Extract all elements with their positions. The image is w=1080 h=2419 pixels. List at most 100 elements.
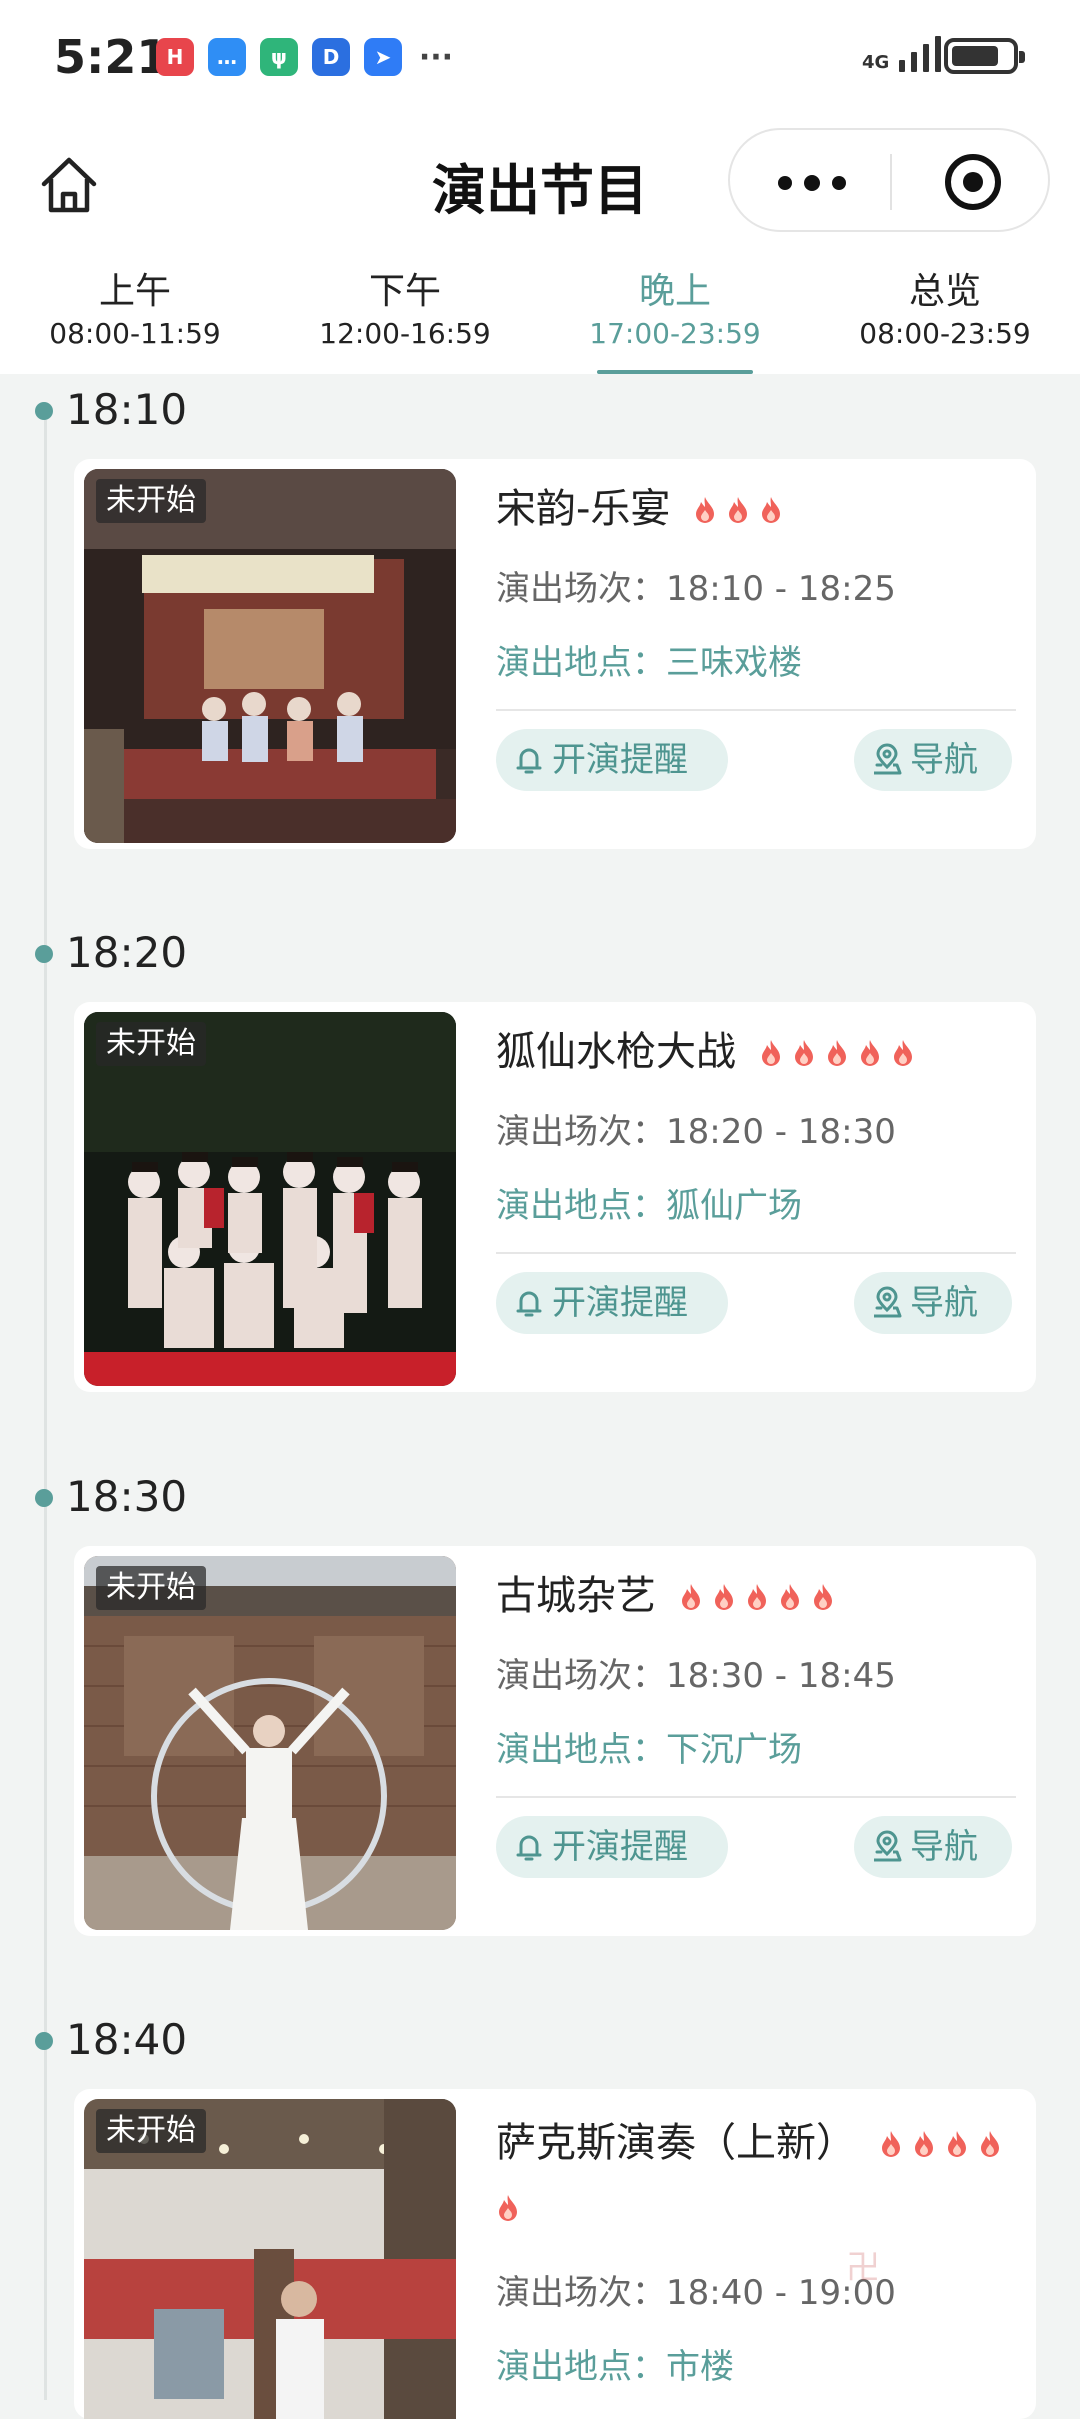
slot-time: 18:30 [66,1472,188,1521]
app-green-icon: ψ [260,38,298,76]
flame-icon [745,1570,769,1610]
location-pin-icon [874,1286,902,1318]
show-image[interactable]: 未开始 [84,1012,456,1386]
place-label: 演出地点： [496,2347,666,2387]
show-name-row: 狐仙水枪大战 [496,1024,1016,1080]
status-badge: 未开始 [96,479,206,523]
navigate-button[interactable]: 导航 [854,729,1012,791]
show-image[interactable]: 未开始 [84,1556,456,1930]
status-badge: 未开始 [96,1022,206,1066]
card-divider [496,1252,1016,1254]
remind-label: 开演提醒 [552,740,688,780]
show-session: 演出场次：18:10 - 18:25 [496,567,896,611]
show-place: 演出地点：市楼 [496,2345,734,2389]
tab-overview[interactable]: 总览 08:00-23:59 [810,250,1080,374]
more-notifications-icon: ··· [418,39,454,75]
place-name: 下沉广场 [666,1730,802,1770]
show-card[interactable]: 未开始 古城杂艺 演出场次：18:30 - 18:45 演出地点：下沉广场 开演… [74,1546,1036,1936]
show-name-row: 古城杂艺 [496,1568,1016,1624]
capsule-divider [890,154,892,210]
flame-icon [712,1570,736,1610]
show-image[interactable]: 未开始 [84,469,456,843]
show-place: 演出地点：狐仙广场 [496,1184,802,1228]
remind-button[interactable]: 开演提醒 [496,1272,728,1334]
flame-icon [811,1570,835,1610]
bell-icon [516,748,542,774]
flame-icon [679,1570,703,1610]
tab-label: 总览 [908,271,981,312]
tab-label: 上午 [98,271,171,312]
heat-rating [679,1573,844,1619]
show-card[interactable]: 未开始 萨克斯演奏（上新） 演出场次：18:40 - 19:00 演出地点：市楼 [74,2089,1036,2419]
flame-icon [792,1026,816,1066]
tab-range: 17:00-23:59 [589,317,761,350]
flame-icon [879,2113,903,2157]
place-label: 演出地点： [496,1730,666,1770]
place-name: 狐仙广场 [666,1186,802,1226]
location-pin-icon [874,743,902,775]
place-name: 三味戏楼 [666,643,802,683]
flame-icon [778,1570,802,1610]
flame-icon [978,2113,1002,2157]
stage-performance-image [84,469,456,843]
status-bar: 5:21 H … ψ D ➤ ··· 4G [0,0,1080,112]
show-card[interactable]: 未开始 狐仙水枪大战 演出场次：18:20 - 18:30 演出地点：狐仙广场 … [74,1002,1036,1392]
tab-label: 晚上 [638,271,711,312]
more-menu-icon[interactable] [778,175,846,191]
heat-rating [693,486,792,532]
show-name: 萨克斯演奏（上新） [496,2120,856,2166]
flame-icon [726,483,750,523]
bell-icon [516,1835,542,1861]
flame-icon [858,1026,882,1066]
signal-bar [935,36,942,72]
close-target-icon[interactable] [943,152,1003,212]
place-name: 市楼 [666,2347,734,2387]
show-name: 狐仙水枪大战 [496,1029,736,1075]
card-divider [496,1796,1016,1798]
session-time: 18:30 - 18:45 [666,1656,896,1696]
place-label: 演出地点： [496,1186,666,1226]
show-name: 古城杂艺 [496,1573,656,1619]
flame-icon [945,2113,969,2157]
show-image[interactable]: 未开始 [84,2099,456,2419]
navigate-button[interactable]: 导航 [854,1816,1012,1878]
tab-range: 08:00-11:59 [49,317,221,350]
navigate-label: 导航 [910,1827,978,1867]
signal-bar [911,52,918,72]
location-pin-icon [874,1830,902,1862]
session-label: 演出场次： [496,2273,666,2313]
session-time: 18:20 - 18:30 [666,1112,896,1152]
flame-icon [693,483,717,523]
tab-afternoon[interactable]: 下午 12:00-16:59 [270,250,540,374]
remind-label: 开演提醒 [552,1827,688,1867]
signal-bar [899,60,906,72]
hoop-performance-image [84,1556,456,1930]
show-card[interactable]: 未开始 宋韵-乐宴 演出场次：18:10 - 18:25 演出地点：三味戏楼 开… [74,459,1036,849]
session-time: 18:10 - 18:25 [666,569,896,609]
signal-bar [923,44,930,72]
show-name-row: 萨克斯演奏（上新） [496,2111,1016,2239]
tab-evening[interactable]: 晚上 17:00-23:59 [540,250,810,374]
flame-icon [759,1026,783,1066]
message-icon: … [208,38,246,76]
app-feishu-icon: ➤ [364,38,402,76]
show-place: 演出地点：三味戏楼 [496,641,802,685]
navigate-label: 导航 [910,1283,978,1323]
watermark-seal-icon: 卍 [846,2248,880,2288]
flame-icon [496,2177,520,2221]
show-session: 演出场次：18:30 - 18:45 [496,1654,896,1698]
battery-level [952,46,998,66]
card-divider [496,709,1016,711]
heat-rating [759,1029,924,1075]
remind-button[interactable]: 开演提醒 [496,729,728,791]
show-name: 宋韵-乐宴 [496,486,671,532]
miniprogram-capsule [728,128,1050,232]
tab-morning[interactable]: 上午 08:00-11:59 [0,250,270,374]
status-badge: 未开始 [96,2109,206,2153]
remind-button[interactable]: 开演提醒 [496,1816,728,1878]
flame-icon [912,2113,936,2157]
timeline-dot [35,945,53,963]
navigate-button[interactable]: 导航 [854,1272,1012,1334]
show-session: 演出场次：18:20 - 18:30 [496,1110,896,1154]
bell-icon [516,1291,542,1317]
